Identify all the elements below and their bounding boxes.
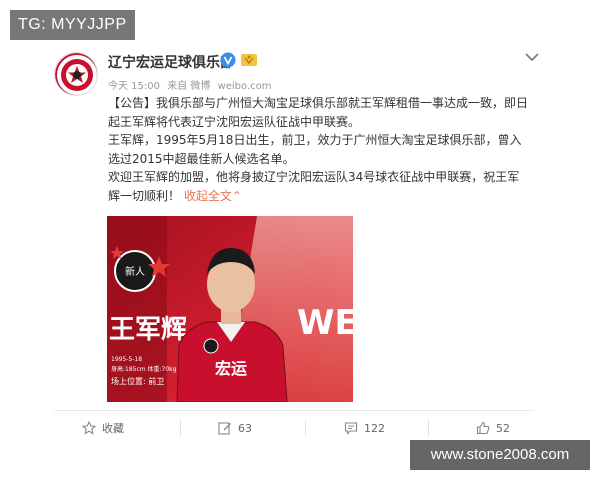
post-paragraph-3: 欢迎王军辉的加盟，他将身披辽宁沈阳宏运队34号球衣征战中甲联赛，祝王军辉一切顺利…	[108, 168, 528, 205]
chevron-down-icon[interactable]	[525, 52, 539, 62]
post-paragraph-3-text: 欢迎王军辉的加盟，他将身披辽宁沈阳宏运队34号球衣征战中甲联赛，祝王军辉一切顺利…	[108, 170, 520, 203]
post-time: 今天 15:00	[108, 81, 160, 92]
post-body: 【公告】我俱乐部与广州恒大淘宝足球俱乐部就王军辉租借一事达成一致，即日起王军辉将…	[108, 94, 528, 205]
comment-count: 122	[364, 421, 385, 435]
poster-partial-word: WEI	[297, 303, 353, 343]
action-separator	[180, 420, 181, 436]
like-button[interactable]: 52	[476, 420, 510, 436]
action-divider	[54, 410, 534, 411]
like-count: 52	[496, 421, 510, 435]
avatar[interactable]	[54, 52, 98, 96]
club-logo-icon	[55, 53, 97, 95]
poster-jersey-text: 宏运	[215, 359, 247, 378]
collapse-link[interactable]: 收起全文⌃	[184, 189, 242, 203]
repost-count: 63	[238, 421, 252, 435]
comment-icon	[344, 422, 358, 435]
post-meta: 今天 15:00 来自 微博 weibo.com	[108, 77, 272, 92]
favorite-label: 收藏	[102, 422, 124, 435]
post-image[interactable]: 新人 王军辉 1995-5-18 身高:185cm 体重:70kg 场上位置: …	[107, 216, 353, 402]
comment-button[interactable]: 122	[344, 420, 385, 436]
poster-info-line-2: 身高:185cm 体重:70kg	[111, 365, 177, 373]
player-poster: 新人 王军辉 1995-5-18 身高:185cm 体重:70kg 场上位置: …	[107, 216, 353, 402]
tg-label: TG: MYYJJPP	[10, 10, 135, 40]
repost-button[interactable]: 63	[218, 420, 252, 436]
account-name[interactable]: 辽宁宏运足球俱乐部	[108, 52, 234, 72]
post-source-prefix: 来自 微博	[167, 81, 211, 92]
action-separator	[428, 420, 429, 436]
fan-badge-icon[interactable]	[240, 52, 258, 68]
collapse-label: 收起全文	[183, 188, 232, 203]
poster-info-line-1: 1995-5-18	[111, 356, 142, 363]
collapse-suffix: ⌃	[231, 188, 242, 203]
site-watermark: www.stone2008.com	[410, 440, 590, 470]
post-paragraph-1: 【公告】我俱乐部与广州恒大淘宝足球俱乐部就王军辉租借一事达成一致，即日起王军辉将…	[108, 96, 529, 129]
post-paragraph-2: 王军辉，1995年5月18日出生，前卫，效力于广州恒大淘宝足球俱乐部，曾入选过2…	[108, 133, 522, 166]
thumbs-up-icon	[476, 421, 490, 435]
v-verified-icon	[220, 52, 236, 68]
poster-badge-text: 新人	[125, 265, 145, 278]
post-source[interactable]: weibo.com	[218, 81, 272, 92]
action-separator	[305, 420, 306, 436]
poster-info-line-3: 场上位置: 前卫	[111, 376, 164, 386]
edit-icon	[218, 422, 231, 435]
star-icon	[82, 421, 96, 435]
poster-player-name: 王军辉	[109, 315, 187, 345]
favorite-button[interactable]: 收藏	[82, 420, 124, 436]
